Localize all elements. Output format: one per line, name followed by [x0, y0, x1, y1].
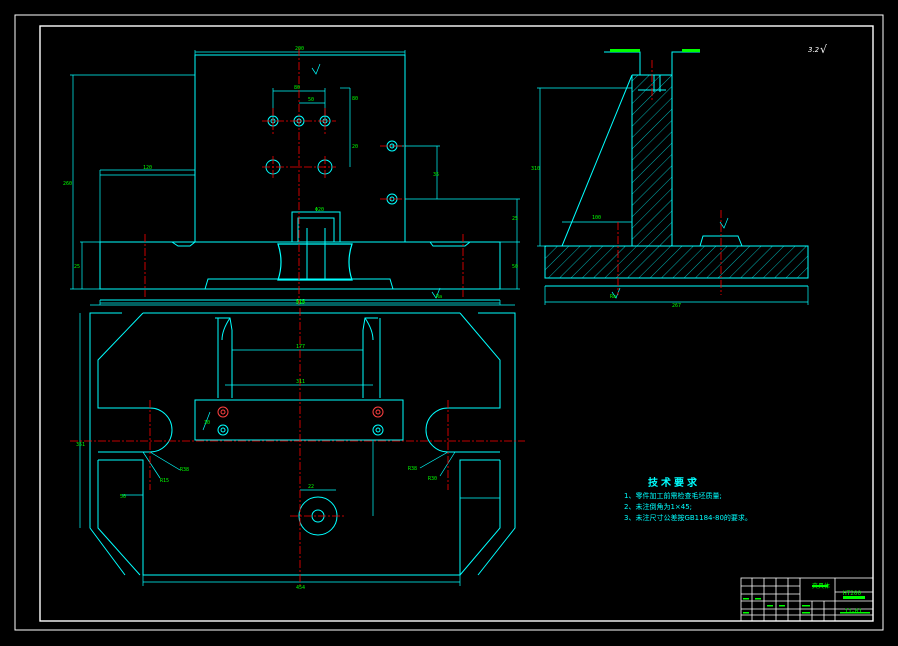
- sheet-frame: [14, 14, 884, 631]
- dim-plan-r38b: R38: [408, 466, 417, 472]
- dim-front-120: 120: [143, 165, 152, 171]
- dim-plan-r30: R30: [428, 476, 437, 482]
- dim-plan-454: 454: [296, 585, 305, 591]
- front-centerlines: [144, 48, 464, 305]
- dim-side-h310: 310: [531, 166, 540, 172]
- dim-side-100: 100: [592, 215, 601, 221]
- dim-front-h260: 260: [63, 181, 72, 187]
- dim-front-25: 25: [512, 216, 518, 222]
- dim-plan-r15: R15: [160, 478, 169, 484]
- dim-plan-22: 22: [308, 484, 314, 490]
- dim-plan-50: 50: [120, 494, 126, 500]
- title-block-drawing-no: JJ-01: [844, 608, 863, 615]
- dim-plan-r38: R38: [180, 467, 189, 473]
- dim-front-top-width: 200: [295, 46, 304, 52]
- dim-plan-515: 515: [296, 300, 305, 306]
- technical-requirements: 技术要求 1、零件加工前需检查毛坯质量; 2、未注倒角为1×45; 3、未注尺寸…: [624, 478, 752, 524]
- dim-front-ra: Ra: [436, 294, 442, 300]
- dim-front-35: 35: [433, 172, 439, 178]
- dim-side-ra: Ra: [610, 294, 616, 300]
- title-block-material: HT200: [843, 590, 862, 597]
- dim-plan-311: 311: [296, 379, 305, 385]
- dim-plan-h351: 351: [76, 442, 85, 448]
- tech-req-item-3: 3、未注尺寸公差按GB1184-80的要求。: [624, 514, 752, 522]
- dim-front-h50: 50: [512, 264, 518, 270]
- dim-front-80b: 80: [352, 96, 358, 102]
- dim-front-50: 50: [308, 97, 314, 103]
- title-block-name: 夹具体: [812, 583, 831, 590]
- dim-plan-30: 30: [204, 420, 210, 426]
- side-view: [537, 49, 809, 305]
- dim-side-w267: 267: [672, 303, 681, 309]
- tech-req-item-2: 2、未注倒角为1×45;: [624, 503, 693, 511]
- dim-front-20: 20: [352, 144, 358, 150]
- roughness-symbol: √: [820, 43, 828, 56]
- dim-front-slot: Φ20: [315, 207, 324, 213]
- dim-front-80: 80: [294, 85, 300, 91]
- dim-plan-177: 177: [296, 344, 305, 350]
- tech-req-title: 技术要求: [648, 478, 700, 489]
- tech-req-item-1: 1、零件加工前需检查毛坯质量;: [624, 492, 722, 500]
- roughness-mark: 3.2 √: [808, 43, 828, 56]
- roughness-value: 3.2: [808, 46, 820, 54]
- dim-front-h25: 25: [74, 264, 80, 270]
- engineering-drawing: 200 80 50 120 260 80 20 35 25 50 25 515 …: [14, 14, 884, 631]
